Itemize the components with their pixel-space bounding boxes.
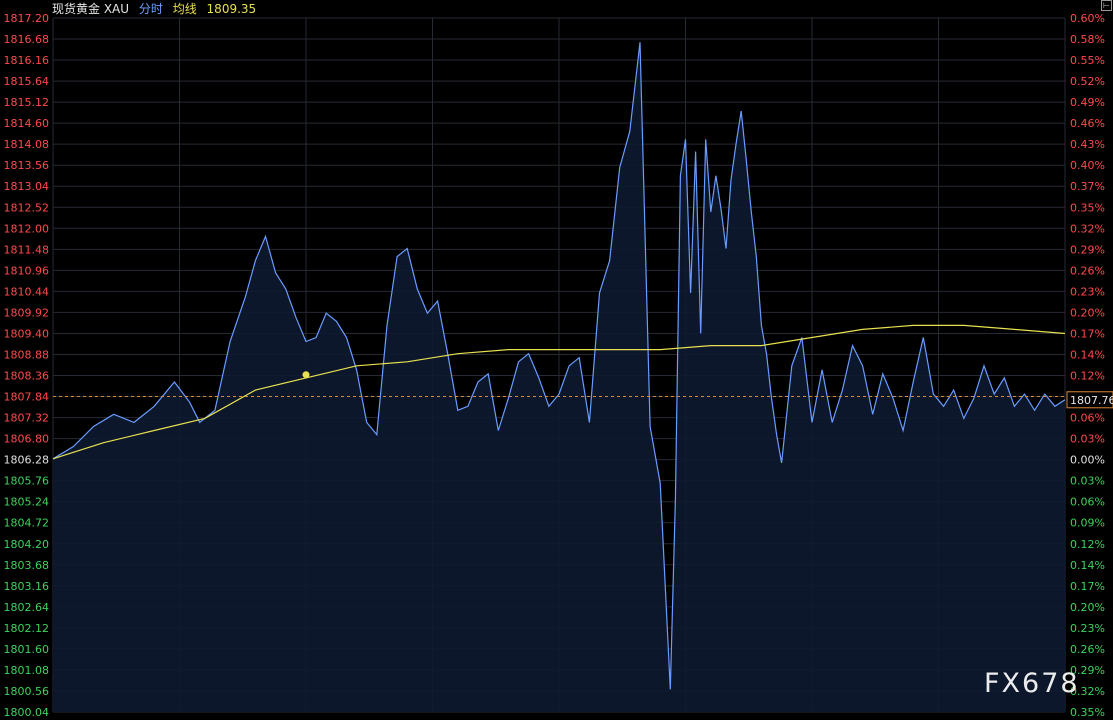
right-tick-label: 0.09% bbox=[1070, 517, 1105, 530]
right-tick-label: 0.52% bbox=[1070, 75, 1105, 88]
chart-header: 现货黄金 XAU 分时 均线 1809.35 bbox=[52, 1, 262, 17]
left-tick-label: 1812.00 bbox=[4, 222, 50, 235]
right-tick-label: 0.06% bbox=[1070, 496, 1105, 509]
right-tick-label: 0.60% bbox=[1070, 12, 1105, 25]
left-tick-label: 1806.28 bbox=[4, 454, 50, 467]
left-tick-label: 1813.56 bbox=[4, 159, 50, 172]
left-tick-label: 1800.56 bbox=[4, 685, 50, 698]
left-tick-label: 1808.88 bbox=[4, 348, 50, 361]
intraday-gold-chart[interactable]: 1817.20 1816.68 1816.16 1815.64 1815.12 1814.… bbox=[0, 0, 1113, 720]
right-tick-label: 0.58% bbox=[1070, 33, 1105, 46]
right-tick-label: 0.35% bbox=[1070, 201, 1105, 214]
instrument-title: 现货黄金 XAU bbox=[52, 2, 130, 16]
right-tick-label: 0.20% bbox=[1070, 306, 1105, 319]
left-tick-label: 1805.76 bbox=[4, 475, 50, 488]
right-tick-label: 0.43% bbox=[1070, 138, 1105, 151]
expand-icon[interactable]: ⊢ bbox=[1101, 0, 1112, 11]
right-tick-label: 0.23% bbox=[1070, 622, 1105, 635]
left-tick-label: 1815.12 bbox=[4, 96, 50, 109]
left-tick-label: 1814.60 bbox=[4, 117, 50, 130]
left-tick-label: 1815.64 bbox=[4, 75, 50, 88]
left-tick-label: 1801.08 bbox=[4, 664, 50, 677]
right-tick-label: 0.20% bbox=[1070, 601, 1105, 614]
right-tick-label: 0.12% bbox=[1070, 370, 1105, 383]
right-tick-label: 0.14% bbox=[1070, 348, 1105, 361]
left-tick-label: 1801.60 bbox=[4, 643, 50, 656]
left-tick-label: 1803.16 bbox=[4, 580, 50, 593]
left-tick-label: 1816.68 bbox=[4, 33, 50, 46]
average-label[interactable]: 均线 bbox=[173, 2, 197, 16]
right-tick-label: 0.14% bbox=[1070, 559, 1105, 572]
right-tick-label: 0.26% bbox=[1070, 643, 1105, 656]
left-tick-label: 1804.20 bbox=[4, 538, 50, 551]
average-point-marker bbox=[302, 371, 310, 379]
left-tick-label: 1803.68 bbox=[4, 559, 50, 572]
right-tick-label: 0.12% bbox=[1070, 538, 1105, 551]
last-price-label: 1807.76 bbox=[1066, 391, 1113, 409]
left-tick-label: 1810.96 bbox=[4, 264, 50, 277]
last-price-value: 1807.76 bbox=[1070, 394, 1113, 407]
watermark-logo: FX678 bbox=[984, 668, 1080, 699]
right-tick-label: 0.23% bbox=[1070, 285, 1105, 298]
right-tick-label: 0.46% bbox=[1070, 117, 1105, 130]
right-tick-label: 0.55% bbox=[1070, 54, 1105, 67]
right-tick-label: 0.29% bbox=[1070, 243, 1105, 256]
left-tick-label: 1802.12 bbox=[4, 622, 50, 635]
right-tick-label: 0.17% bbox=[1070, 580, 1105, 593]
right-tick-label: 0.32% bbox=[1070, 222, 1105, 235]
left-tick-label: 1813.04 bbox=[4, 180, 50, 193]
left-tick-label: 1809.40 bbox=[4, 327, 50, 340]
right-tick-label: 0.37% bbox=[1070, 180, 1105, 193]
average-value: 1809.35 bbox=[206, 2, 257, 16]
right-tick-label: 0.26% bbox=[1070, 264, 1105, 277]
left-tick-label: 1804.72 bbox=[4, 517, 50, 530]
left-tick-label: 1808.36 bbox=[4, 370, 50, 383]
left-tick-label: 1807.84 bbox=[4, 391, 50, 404]
right-tick-label: 0.00% bbox=[1070, 454, 1105, 467]
left-tick-label: 1814.08 bbox=[4, 138, 50, 151]
left-tick-label: 1816.16 bbox=[4, 54, 50, 67]
left-tick-label: 1800.04 bbox=[4, 706, 50, 719]
right-tick-label: 0.03% bbox=[1070, 475, 1105, 488]
right-tick-label: 0.40% bbox=[1070, 159, 1105, 172]
series-label[interactable]: 分时 bbox=[139, 2, 163, 16]
left-tick-label: 1809.92 bbox=[4, 306, 50, 319]
left-tick-label: 1811.48 bbox=[4, 243, 50, 256]
left-tick-label: 1810.44 bbox=[4, 285, 50, 298]
right-tick-label: 0.03% bbox=[1070, 433, 1105, 446]
right-tick-label: 0.49% bbox=[1070, 96, 1105, 109]
right-tick-label: 0.17% bbox=[1070, 327, 1105, 340]
left-tick-label: 1817.20 bbox=[4, 12, 50, 25]
right-tick-label: 0.06% bbox=[1070, 412, 1105, 425]
right-tick-label: 0.35% bbox=[1070, 706, 1105, 719]
left-tick-label: 1805.24 bbox=[4, 496, 50, 509]
left-tick-label: 1802.64 bbox=[4, 601, 50, 614]
left-tick-label: 1812.52 bbox=[4, 201, 50, 214]
left-tick-label: 1807.32 bbox=[4, 412, 50, 425]
left-tick-label: 1806.80 bbox=[4, 433, 50, 446]
